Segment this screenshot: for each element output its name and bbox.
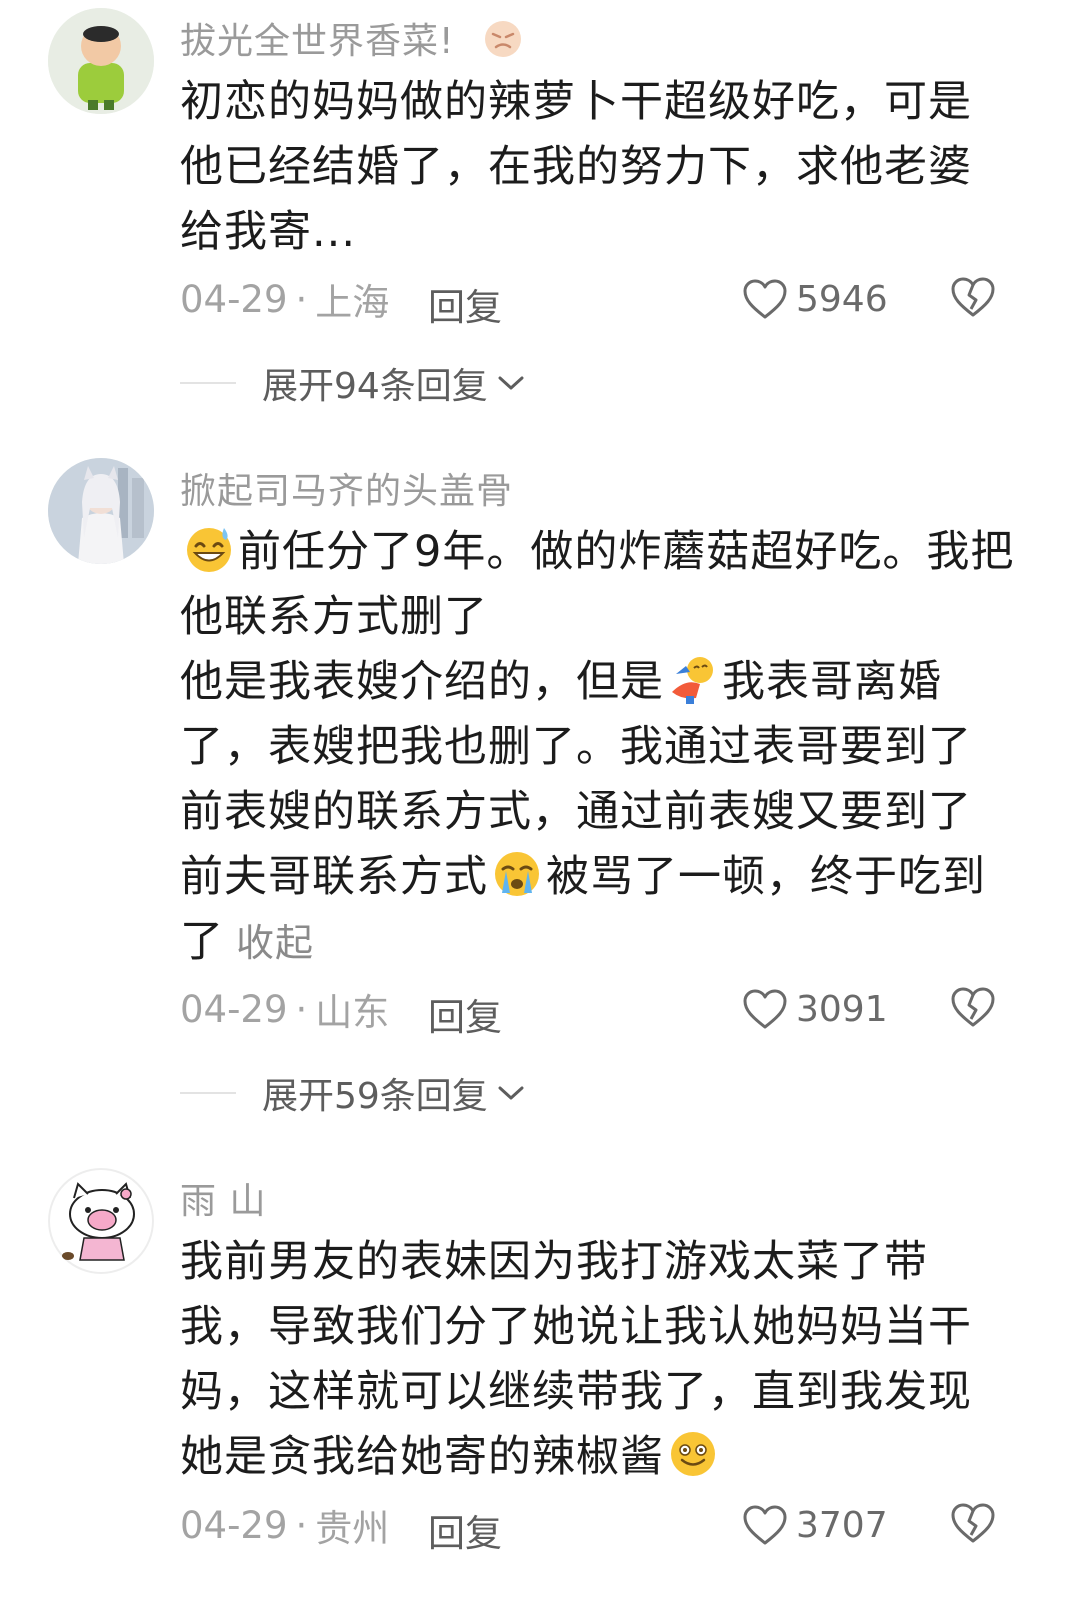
comment-date: 04-29 xyxy=(180,1503,288,1547)
comment-line: 了收起 xyxy=(180,910,1020,976)
comment-line-text: 了 xyxy=(180,917,224,967)
comment-line: 前任分了9年。做的炸蘑菇超好吃。我把 xyxy=(180,520,1020,585)
bowing-emoji-icon xyxy=(666,652,720,706)
expand-replies-button[interactable]: 展开94条回复 xyxy=(180,358,526,408)
like-count: 3091 xyxy=(796,988,888,1030)
comment-line: 我前男友的表妹因为我打游戏太菜了带 xyxy=(180,1237,928,1287)
comment-date: 04-29 xyxy=(180,987,288,1031)
comment-line-text: 我表哥离婚 xyxy=(722,657,942,707)
chevron-down-icon xyxy=(498,376,524,390)
separator: · xyxy=(295,987,308,1031)
reply-button[interactable]: 回复 xyxy=(428,987,502,1041)
smile-emoji-icon xyxy=(666,1427,720,1481)
expand-replies-label: 展开94条回复 xyxy=(262,366,488,407)
grin-sweat-emoji-icon xyxy=(182,522,236,576)
heart-icon xyxy=(742,278,788,320)
comment-date: 04-29 xyxy=(180,277,288,321)
like-button[interactable]: 3707 xyxy=(742,1500,888,1550)
comment-meta: 04-29 · 山东 xyxy=(180,984,390,1035)
comment-line-text: 前夫哥联系方式 xyxy=(180,852,488,902)
comment-line-text: 被骂了一顿，终于吃到 xyxy=(546,852,986,902)
avatar[interactable] xyxy=(48,8,154,114)
comment-line-text: 他是我表嫂介绍的，但是 xyxy=(180,657,664,707)
comment-line: 我，导致我们分了她说让我认她妈妈当干 xyxy=(180,1302,972,1352)
angry-emoji-icon xyxy=(481,17,525,61)
comment-text[interactable]: 初恋的妈妈做的辣萝卜干超级好吃，可是 他已经结婚了，在我的努力下，求他老婆 给我… xyxy=(180,70,1020,265)
crying-emoji-icon xyxy=(490,847,544,901)
comment-location: 山东 xyxy=(315,991,390,1034)
comment-line-text: 她是贪我给她寄的辣椒酱 xyxy=(180,1432,664,1482)
reply-button[interactable]: 回复 xyxy=(428,277,502,331)
comment-line: 他是我表嫂介绍的，但是 我表哥离婚 xyxy=(180,650,1020,715)
username-text: 拔光全世界香菜! xyxy=(180,21,455,62)
heart-icon xyxy=(742,1504,788,1546)
comment-line: 了，表嫂把我也删了。我通过表哥要到了 xyxy=(180,722,972,772)
divider xyxy=(180,1092,236,1094)
collapse-link[interactable]: 收起 xyxy=(236,921,314,965)
comment-text[interactable]: 前任分了9年。做的炸蘑菇超好吃。我把 他联系方式删了 他是我表嫂介绍的，但是 我… xyxy=(180,520,1020,976)
divider xyxy=(180,382,236,384)
broken-heart-icon[interactable] xyxy=(950,276,996,318)
avatar[interactable] xyxy=(48,1168,154,1274)
comment-line: 她是贪我给她寄的辣椒酱 xyxy=(180,1425,1020,1490)
comment-line: 初恋的妈妈做的辣萝卜干超级好吃，可是 xyxy=(180,77,972,127)
comment-line: 给我寄... xyxy=(180,207,357,257)
avatar[interactable] xyxy=(48,458,154,564)
comment-line: 妈，这样就可以继续带我了，直到我发现 xyxy=(180,1367,972,1417)
chevron-down-icon xyxy=(498,1086,524,1100)
comment-text[interactable]: 我前男友的表妹因为我打游戏太菜了带 我，导致我们分了她说让我认她妈妈当干 妈，这… xyxy=(180,1230,1020,1490)
comment-meta: 04-29 · 贵州 xyxy=(180,1500,390,1551)
username[interactable]: 掀起司马齐的头盖骨 xyxy=(180,462,513,514)
heart-icon xyxy=(742,988,788,1030)
comment-line: 他已经结婚了，在我的努力下，求他老婆 xyxy=(180,142,972,192)
username[interactable]: 拔光全世界香菜! xyxy=(180,12,527,64)
comment-location: 上海 xyxy=(315,281,390,324)
comment-line: 前表嫂的联系方式，通过前表嫂又要到了 xyxy=(180,787,972,837)
like-button[interactable]: 5946 xyxy=(742,274,888,324)
comment-location: 贵州 xyxy=(315,1507,390,1550)
like-count: 3707 xyxy=(796,1504,888,1546)
broken-heart-icon[interactable] xyxy=(950,986,996,1028)
expand-replies-button[interactable]: 展开59条回复 xyxy=(180,1068,526,1118)
username[interactable]: 雨 山 xyxy=(180,1172,266,1224)
separator: · xyxy=(295,277,308,321)
like-count: 5946 xyxy=(796,278,888,320)
comment-line: 他联系方式删了 xyxy=(180,592,488,642)
comment-line: 前夫哥联系方式 被骂了一顿，终于吃到 xyxy=(180,845,1020,910)
separator: · xyxy=(295,1503,308,1547)
like-button[interactable]: 3091 xyxy=(742,984,888,1034)
expand-replies-label: 展开59条回复 xyxy=(262,1076,488,1117)
comment-meta: 04-29 · 上海 xyxy=(180,274,390,325)
broken-heart-icon[interactable] xyxy=(950,1502,996,1544)
reply-button[interactable]: 回复 xyxy=(428,1503,502,1557)
comment-line-text: 前任分了9年。做的炸蘑菇超好吃。我把 xyxy=(238,527,1015,577)
